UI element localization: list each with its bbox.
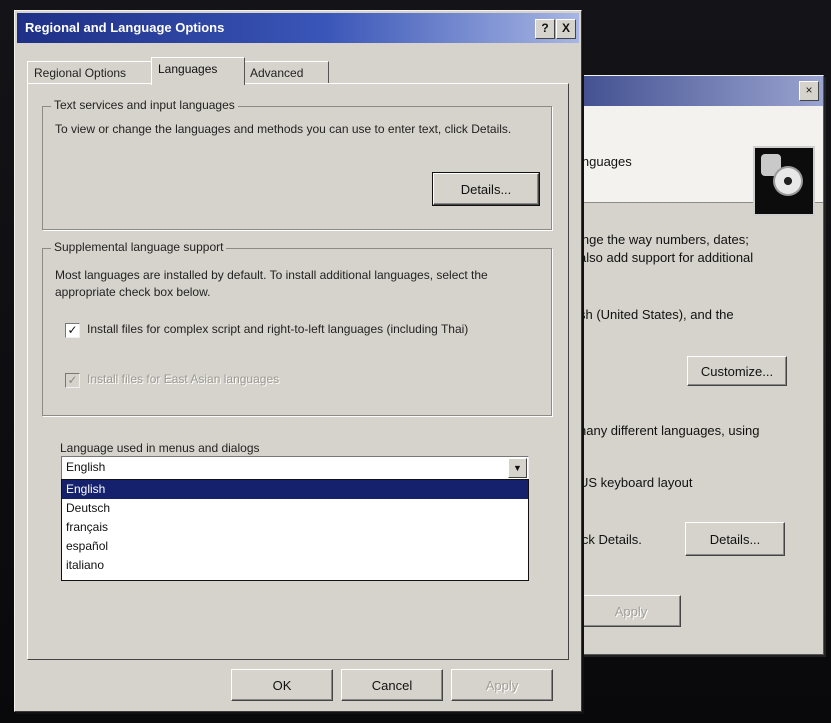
regional-language-options-dialog: Regional and Language Options ? X Region…	[14, 10, 582, 712]
language-cd-icon	[753, 146, 815, 216]
ok-button[interactable]: OK	[231, 669, 333, 701]
supplemental-language-group: Supplemental language support Most langu…	[42, 240, 552, 416]
dropdown-option[interactable]: français	[62, 518, 528, 537]
titlebar: Regional and Language Options ? X	[17, 13, 579, 43]
customize-button[interactable]: Customize...	[687, 356, 787, 386]
background-titlebar: ×	[561, 76, 823, 106]
complex-script-checkbox[interactable]: ✓	[65, 323, 80, 338]
east-asian-checkbox[interactable]: ✓	[65, 373, 80, 388]
dropdown-option[interactable]: Deutsch	[62, 499, 528, 518]
background-details-button[interactable]: Details...	[685, 522, 785, 556]
banner-text: inguages	[579, 154, 632, 169]
chevron-down-icon[interactable]: ▼	[508, 458, 527, 478]
background-dialog: × inguages inge the way numbers, dates; …	[560, 75, 824, 655]
menus-language-label: Language used in menus and dialogs	[60, 441, 260, 455]
tab-regional-options[interactable]: Regional Options	[27, 61, 156, 84]
language-dropdown-list: English Deutsch français español italian…	[61, 479, 529, 581]
dropdown-option[interactable]: English	[62, 480, 528, 499]
details-button[interactable]: Details...	[432, 172, 540, 206]
close-icon[interactable]: ×	[799, 81, 819, 101]
background-apply-button[interactable]: Apply	[581, 595, 681, 627]
dropdown-option[interactable]: español	[62, 537, 528, 556]
text-services-title: Text services and input languages	[51, 98, 238, 112]
close-icon[interactable]: X	[556, 19, 576, 39]
tab-languages[interactable]: Languages	[151, 57, 245, 85]
apply-button[interactable]: Apply	[451, 669, 553, 701]
tab-advanced[interactable]: Advanced	[243, 61, 329, 84]
background-text-3: sh (United States), and the	[579, 307, 734, 322]
background-text-1: inge the way numbers, dates;	[579, 232, 749, 247]
east-asian-label: Install files for East Asian languages	[87, 372, 280, 386]
menus-language-combobox[interactable]: English ▼	[61, 456, 529, 480]
background-text-4: nany different languages, using	[579, 423, 760, 438]
text-services-group: Text services and input languages To vie…	[42, 98, 552, 230]
background-text-2: also add support for additional	[579, 250, 754, 265]
help-icon[interactable]: ?	[535, 19, 555, 39]
text-services-description: To view or change the languages and meth…	[55, 122, 512, 136]
supplemental-title: Supplemental language support	[51, 240, 227, 254]
cancel-button[interactable]: Cancel	[341, 669, 443, 701]
background-banner: inguages	[561, 106, 823, 216]
disc-icon	[773, 166, 803, 196]
combobox-value: English	[66, 460, 106, 474]
dialog-title: Regional and Language Options	[25, 20, 225, 35]
complex-script-label: Install files for complex script and rig…	[87, 322, 469, 336]
dropdown-option[interactable]: italiano	[62, 556, 528, 575]
background-text-5: US keyboard layout	[579, 475, 693, 490]
supplemental-description: Most languages are installed by default.…	[55, 268, 488, 299]
